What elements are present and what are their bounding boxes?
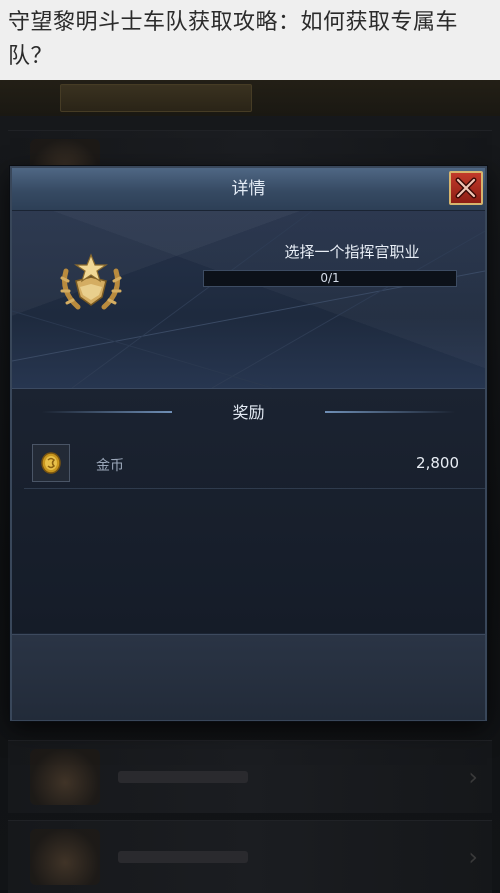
- reward-icon-slot: [32, 444, 70, 482]
- details-dialog: 详情 选择一个指挥官职业 0/1 奖励 金币 2,800: [10, 166, 487, 721]
- background-text-placeholder: [118, 851, 248, 863]
- dialog-header: 详情: [12, 168, 485, 211]
- dialog-title: 详情: [231, 179, 266, 199]
- background-top-bar: [0, 80, 500, 116]
- task-label: 选择一个指挥官职业: [284, 243, 420, 261]
- task-panel: 选择一个指挥官职业 0/1: [12, 211, 485, 389]
- task-progress-bar: 0/1: [203, 270, 457, 287]
- article-title: 守望黎明斗士车队获取攻略：如何获取专属车队？: [8, 10, 459, 69]
- background-list-item: ›: [8, 740, 492, 813]
- background-thumbnail: [30, 749, 100, 805]
- chevron-right-icon: ›: [468, 843, 478, 871]
- reward-name: 金币: [96, 458, 124, 474]
- progress-text: 0/1: [320, 271, 340, 285]
- background-list-item: ›: [8, 820, 492, 893]
- commander-badge-icon: [60, 253, 122, 310]
- gold-coin-icon: [41, 452, 61, 474]
- chevron-right-icon: ›: [468, 763, 478, 791]
- article-title-banner: 守望黎明斗士车队获取攻略：如何获取专属车队？: [0, 0, 500, 80]
- reward-amount: 2,800: [416, 454, 459, 472]
- reward-item: 金币 2,800: [24, 441, 485, 489]
- background-text-placeholder: [118, 771, 248, 783]
- rewards-section: 奖励 金币 2,800: [12, 389, 485, 633]
- divider: [325, 411, 455, 413]
- close-button[interactable]: [449, 171, 483, 205]
- dialog-footer: [12, 634, 485, 720]
- background-thumbnail: [30, 829, 100, 885]
- rewards-header: 奖励: [12, 389, 485, 433]
- background-tab: [60, 84, 252, 112]
- close-icon: [455, 177, 477, 199]
